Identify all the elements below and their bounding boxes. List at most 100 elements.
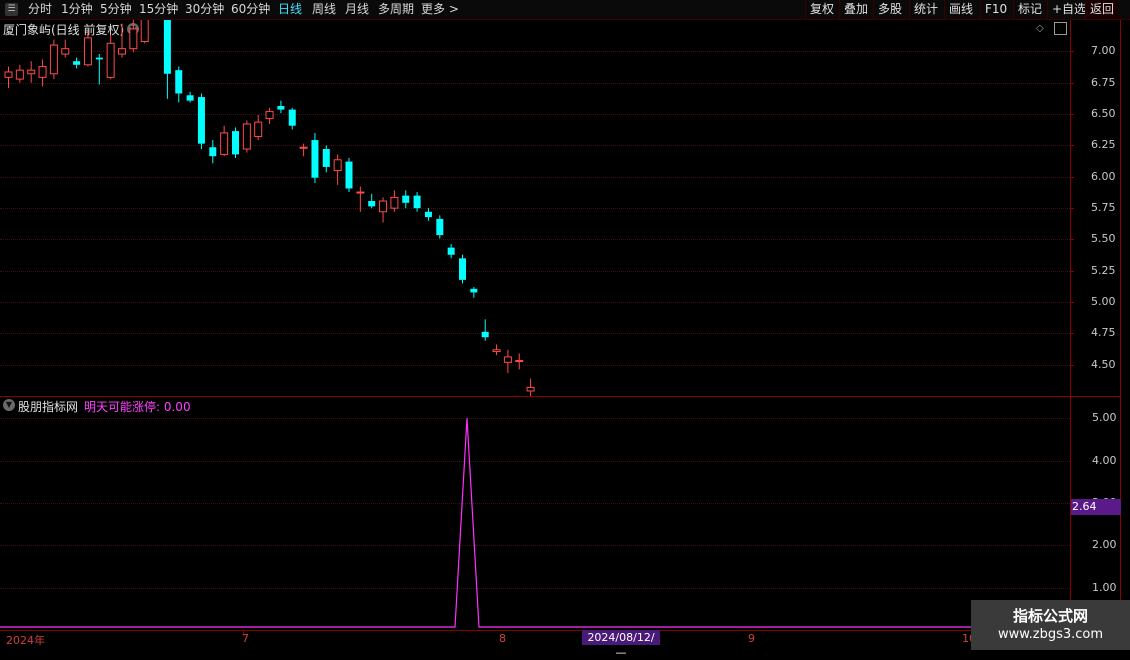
add-watchlist-button[interactable]: +自选	[1047, 0, 1090, 19]
price-tick-mark	[1070, 333, 1074, 335]
period-tab-monthly[interactable]: 月线	[345, 1, 369, 18]
candlestick-chart[interactable]	[0, 20, 1070, 396]
period-tab-30min[interactable]: 30分钟	[185, 1, 224, 18]
candle-down	[424, 211, 432, 218]
date-label-jul: 7	[242, 632, 249, 645]
period-tab-more[interactable]: 更多 >	[421, 1, 459, 18]
price-tick-mark	[1070, 114, 1074, 115]
multi-stock-button[interactable]: 多股	[873, 0, 906, 19]
candle-down	[481, 331, 489, 338]
price-tick-label: 6.75	[1091, 75, 1116, 89]
candle-up	[503, 356, 512, 363]
indicator-current-value: 2.64	[1071, 499, 1121, 515]
candle-up	[38, 66, 47, 78]
candle-up	[526, 386, 535, 392]
right-info-panel[interactable]	[1121, 24, 1130, 394]
candle-up	[242, 123, 251, 150]
overlay-button[interactable]: 叠加	[839, 0, 872, 19]
candle-up	[254, 121, 263, 137]
candle-down	[175, 70, 183, 94]
mark-button[interactable]: 标记	[1013, 0, 1046, 19]
candle-up	[27, 69, 36, 75]
price-tick-mark	[1070, 145, 1074, 147]
candle-down	[322, 149, 330, 167]
price-tick-mark	[1070, 51, 1074, 53]
candle-down	[470, 288, 478, 293]
stats-button[interactable]: 统计	[909, 0, 942, 19]
candle-down	[413, 195, 421, 209]
price-tick-mark	[1070, 176, 1074, 178]
indicator-tick-label: 2.00	[1092, 538, 1117, 552]
price-tick-label: 6.50	[1091, 107, 1116, 120]
draw-line-button[interactable]: 画线	[944, 0, 977, 19]
price-tick-label: 6.00	[1091, 169, 1116, 183]
indicator-tick-label: 1.00	[1092, 580, 1117, 594]
candle-down	[447, 247, 455, 255]
f10-button[interactable]: F10	[980, 0, 1011, 19]
price-tick-mark	[1070, 239, 1074, 241]
date-label-year: 2024年	[6, 634, 45, 647]
candle-down	[209, 147, 217, 157]
price-tick-mark	[1070, 364, 1074, 366]
candle-down	[459, 258, 466, 280]
price-tick-mark	[1070, 82, 1074, 84]
candle-up	[390, 196, 399, 209]
price-tick-label: 4.50	[1091, 357, 1116, 371]
candle-down	[345, 161, 353, 189]
price-tick-label: 7.00	[1091, 44, 1116, 58]
period-tab-weekly[interactable]: 周线	[312, 1, 336, 18]
candle-up	[4, 71, 13, 78]
candle-down	[95, 57, 103, 60]
menu-icon[interactable]: ☰	[5, 3, 18, 16]
price-tick-label: 5.00	[1091, 295, 1116, 308]
candle-up	[61, 48, 70, 55]
candle-down	[288, 109, 296, 126]
indicator-chart[interactable]	[0, 397, 1070, 630]
price-tick-mark	[1070, 302, 1074, 303]
candle-up	[299, 146, 308, 149]
candle-down	[277, 106, 285, 110]
date-cursor-label: 2024/08/12/—	[582, 630, 660, 659]
price-tick-label: 5.50	[1091, 232, 1116, 246]
price-tick-mark	[1070, 270, 1074, 272]
candle-up	[106, 42, 115, 78]
period-tab-60min[interactable]: 60分钟	[231, 1, 270, 18]
indicator-tick-label: 5.00	[1092, 411, 1117, 425]
period-tab-15min[interactable]: 15分钟	[139, 1, 178, 18]
candle-up	[265, 110, 274, 120]
period-tab-multi[interactable]: 多周期	[378, 1, 414, 18]
back-button[interactable]: 返回	[1085, 0, 1119, 19]
candle-up	[15, 69, 24, 80]
adjust-button[interactable]: 复权	[805, 0, 838, 19]
candle-up	[129, 28, 138, 50]
watermark-badge: 指标公式网 www.zbgs3.com	[971, 600, 1130, 650]
period-tab-daily[interactable]: 日线	[278, 1, 302, 18]
candle-up	[356, 191, 365, 194]
date-axis-line	[0, 630, 1121, 631]
period-tab-fenshi[interactable]: 分时	[28, 1, 52, 18]
candle-down	[73, 61, 81, 65]
candle-down	[311, 140, 319, 178]
date-label-sep: 9	[748, 632, 755, 645]
candle-up	[379, 200, 388, 213]
candle-up	[83, 37, 92, 66]
candle-up	[515, 360, 524, 363]
period-tab-5min[interactable]: 5分钟	[100, 1, 132, 18]
candle-down	[402, 195, 410, 203]
axis-divider	[1070, 20, 1071, 630]
price-tick-label: 5.25	[1091, 263, 1116, 277]
candle-down	[197, 97, 205, 144]
indicator-tick-label: 4.00	[1092, 453, 1117, 467]
price-tick-mark	[1070, 208, 1074, 209]
price-tick-label: 6.25	[1091, 138, 1116, 152]
candle-up	[118, 48, 126, 55]
price-tick-label: 5.75	[1091, 201, 1116, 214]
candle-up	[49, 44, 58, 75]
period-toolbar: ☰ 分时 1分钟 5分钟 15分钟 30分钟 60分钟 日线 周线 月线 多周期…	[0, 0, 1130, 20]
price-tick-label: 4.75	[1091, 326, 1116, 340]
date-label-aug: 8	[499, 632, 506, 645]
candle-down	[368, 201, 376, 207]
candle-up	[492, 349, 501, 353]
period-tab-1min[interactable]: 1分钟	[61, 1, 93, 18]
watermark-url: www.zbgs3.com	[997, 627, 1104, 642]
